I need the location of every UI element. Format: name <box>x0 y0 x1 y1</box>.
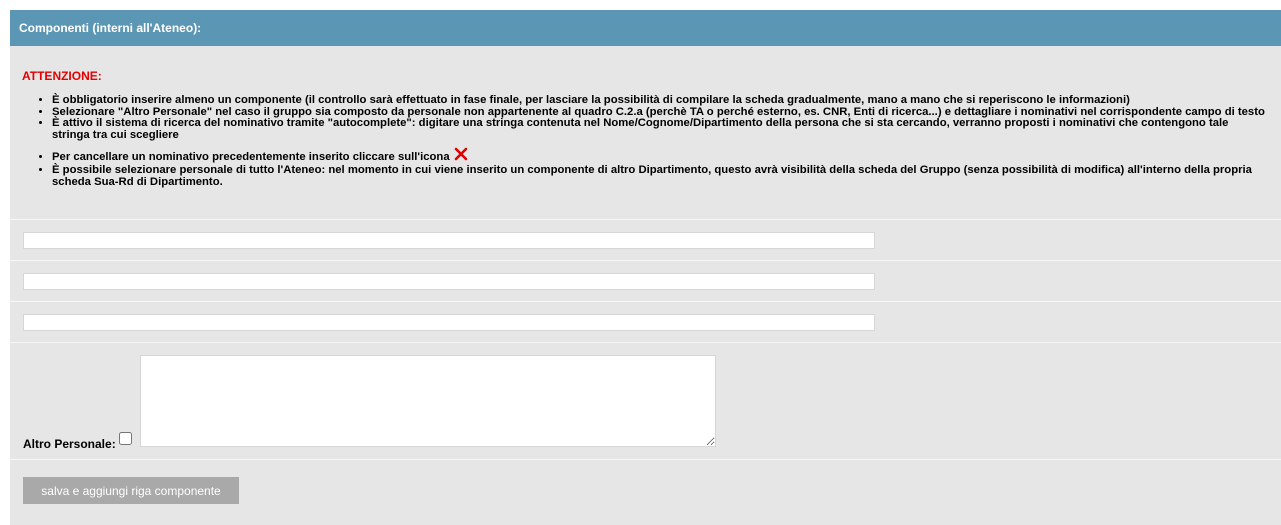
notice-item: È possibile selezionare personale di tut… <box>52 164 1269 188</box>
altro-personale-row: Altro Personale: <box>10 342 1281 459</box>
notice-item: Per cancellare un nominativo precedentem… <box>52 147 1269 165</box>
altro-personale-label: Altro Personale: <box>23 437 116 451</box>
notice-list: È obbligatorio inserire almeno un compon… <box>22 94 1269 188</box>
save-add-row-button[interactable]: salva e aggiungi riga componente <box>23 477 239 504</box>
close-x-icon <box>454 147 468 165</box>
altro-personale-checkbox[interactable] <box>119 432 132 445</box>
notice-box: ATTENZIONE: È obbligatorio inserire alme… <box>10 46 1281 219</box>
componente-row <box>10 219 1281 260</box>
notice-title: ATTENZIONE: <box>22 69 102 83</box>
componente-input[interactable] <box>23 314 875 331</box>
componente-row <box>10 301 1281 342</box>
componente-row <box>10 260 1281 301</box>
actions-row: salva e aggiungi riga componente <box>10 459 1281 510</box>
componente-input[interactable] <box>23 273 875 290</box>
altro-personale-textarea[interactable] <box>140 355 716 447</box>
componente-input[interactable] <box>23 232 875 249</box>
notice-item: È attivo il sistema di ricerca del nomin… <box>52 117 1269 141</box>
componenti-panel: Componenti (interni all'Ateneo): ATTENZI… <box>10 10 1281 525</box>
panel-title: Componenti (interni all'Ateneo): <box>10 10 1281 46</box>
